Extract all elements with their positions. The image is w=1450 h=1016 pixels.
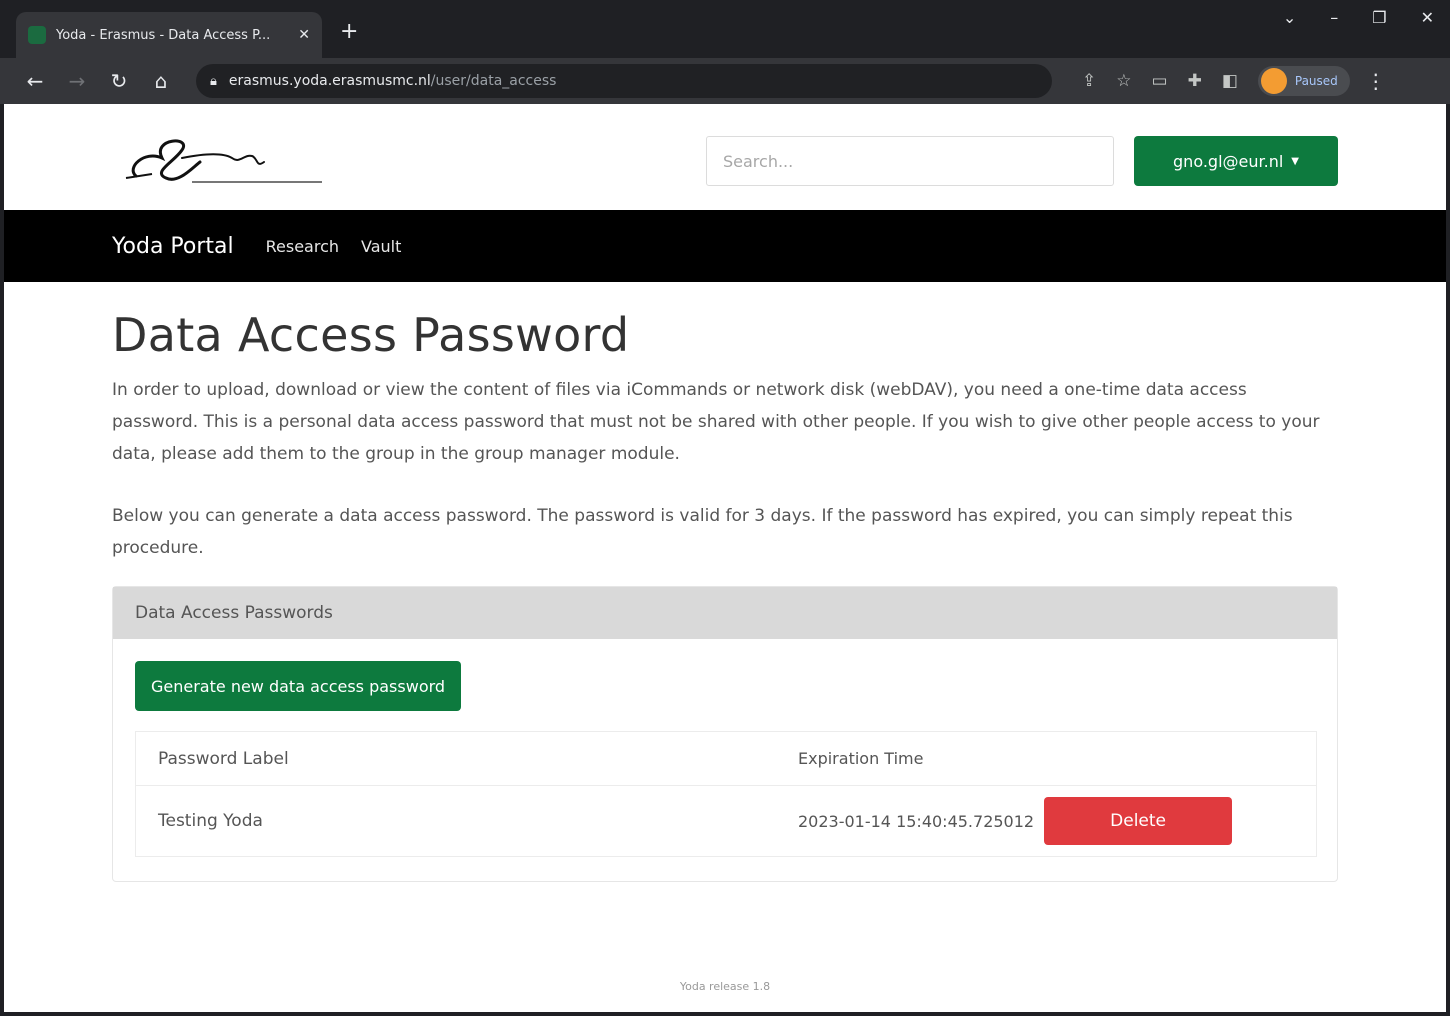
url-path: /user/data_access: [430, 73, 557, 89]
nav-item-research[interactable]: Research: [266, 237, 339, 256]
nav-item-vault[interactable]: Vault: [361, 237, 401, 256]
avatar: [1260, 68, 1287, 94]
forward-icon[interactable]: →: [56, 69, 98, 93]
browser-toolbar: ← → ↻ ⌂ 🔒︎ erasmus.yoda.erasmusmc.nl /us…: [0, 58, 1450, 104]
home-icon[interactable]: ⌂: [140, 69, 182, 93]
search-input[interactable]: [706, 136, 1114, 186]
new-tab-icon[interactable]: +: [340, 20, 358, 44]
column-header-expiration: Expiration Time: [798, 749, 924, 768]
instructions-paragraph: Below you can generate a data access pas…: [112, 506, 1293, 558]
browser-tabstrip: Yoda - Erasmus - Data Access P... ✕ + ⌄ …: [0, 0, 1450, 58]
table-header-row: Password Label Expiration Time: [136, 732, 1316, 786]
close-tab-icon[interactable]: ✕: [298, 27, 310, 43]
passwords-table: Password Label Expiration Time Testing Y…: [135, 731, 1317, 857]
generate-password-button[interactable]: Generate new data access password: [135, 661, 462, 711]
minimize-icon[interactable]: –: [1330, 8, 1338, 27]
profile-label: Paused: [1294, 74, 1338, 88]
page-title: Data Access Password: [112, 308, 630, 362]
restore-icon[interactable]: ❐: [1372, 8, 1386, 27]
back-icon[interactable]: ←: [14, 69, 56, 93]
intro-paragraph: In order to upload, download or view the…: [112, 380, 1320, 464]
main-navbar: Yoda Portal Research Vault: [4, 210, 1446, 282]
extension-icon[interactable]: ▭: [1152, 71, 1168, 91]
star-icon[interactable]: ☆: [1116, 71, 1131, 91]
reload-icon[interactable]: ↻: [98, 69, 140, 93]
erasmus-logo[interactable]: [122, 128, 332, 190]
table-row: Testing Yoda 2023-01-14 15:40:45.725012 …: [136, 786, 1316, 856]
share-icon[interactable]: ⇪: [1082, 71, 1096, 91]
column-header-label: Password Label: [158, 748, 289, 769]
card-header: Data Access Passwords: [113, 587, 1337, 639]
browser-tab[interactable]: Yoda - Erasmus - Data Access P... ✕: [16, 12, 322, 58]
delete-button[interactable]: Delete: [1044, 797, 1233, 845]
url-host: erasmus.yoda.erasmusmc.nl: [228, 73, 431, 89]
toolbar-icons: ⇪ ☆ ▭ ✚ ◧ Paused: [1082, 66, 1350, 96]
password-label-cell: Testing Yoda: [158, 811, 263, 831]
puzzle-icon[interactable]: ✚: [1188, 71, 1202, 91]
yoda-favicon-icon: [28, 26, 46, 44]
site-header: gno.gl@eur.nl ▼: [4, 104, 1446, 210]
lock-icon[interactable]: 🔒︎: [210, 74, 217, 89]
window-controls: ⌄ – ❐ ✕: [1283, 8, 1434, 27]
tab-title: Yoda - Erasmus - Data Access P...: [56, 27, 271, 43]
menu-icon[interactable]: ⋮: [1366, 69, 1386, 93]
main-content: Data Access Password In order to upload,…: [112, 282, 1338, 882]
nav-brand[interactable]: Yoda Portal: [112, 234, 234, 259]
user-email: gno.gl@eur.nl: [1173, 151, 1284, 171]
footer-text: Yoda release 1.8: [679, 980, 771, 993]
passwords-card: Data Access Passwords Generate new data …: [112, 586, 1338, 882]
sidepanel-icon[interactable]: ◧: [1222, 71, 1238, 91]
caret-down-icon: ▼: [1291, 155, 1299, 167]
web-page: gno.gl@eur.nl ▼ Yoda Portal Research Vau…: [4, 104, 1446, 1012]
address-bar[interactable]: 🔒︎ erasmus.yoda.erasmusmc.nl /user/data_…: [196, 64, 1052, 98]
user-menu-button[interactable]: gno.gl@eur.nl ▼: [1134, 136, 1338, 186]
profile-button[interactable]: Paused: [1257, 66, 1350, 96]
tab-search-icon[interactable]: ⌄: [1283, 8, 1296, 27]
expiration-time-cell: 2023-01-14 15:40:45.725012: [798, 811, 1035, 831]
close-window-icon[interactable]: ✕: [1421, 8, 1434, 27]
